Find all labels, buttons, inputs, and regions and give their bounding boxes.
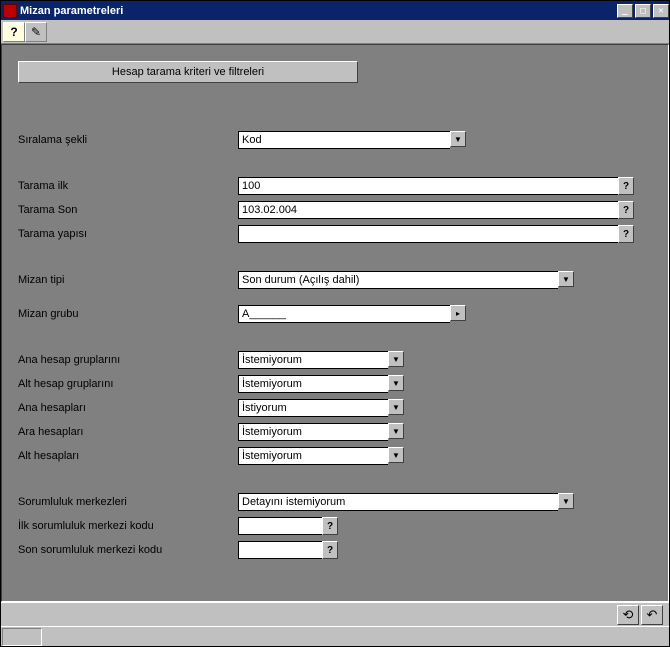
titlebar: Mizan parametreleri _ □ ✕ bbox=[1, 1, 669, 20]
tarama-ilk-field[interactable]: 100 ? bbox=[238, 177, 634, 195]
ara-hesaplari-combo[interactable]: İstemiyorum ▼ bbox=[238, 423, 404, 441]
toolbar: ? ✎ bbox=[1, 20, 669, 44]
label-tarama-yapisi: Tarama yapısı bbox=[18, 228, 238, 240]
ara-hesaplari-value[interactable]: İstemiyorum bbox=[238, 423, 388, 441]
undo-button[interactable]: ↶ bbox=[641, 605, 663, 625]
label-tarama-ilk: Tarama ilk bbox=[18, 180, 238, 192]
label-sorumluluk-merkezleri: Sorumluluk merkezleri bbox=[18, 496, 238, 508]
label-tarama-son: Tarama Son bbox=[18, 204, 238, 216]
tarama-son-value[interactable]: 103.02.004 bbox=[238, 201, 618, 219]
hesap-tarama-button[interactable]: Hesap tarama kriteri ve filtreleri bbox=[18, 61, 358, 83]
alt-hesaplari-combo[interactable]: İstemiyorum ▼ bbox=[238, 447, 404, 465]
ana-hesap-gruplarini-combo[interactable]: İstemiyorum ▼ bbox=[238, 351, 404, 369]
son-sorumluluk-field[interactable]: ? bbox=[238, 541, 338, 559]
label-ilk-sorumluluk: İlk sorumluluk merkezi kodu bbox=[18, 520, 238, 532]
status-bar bbox=[1, 626, 669, 646]
sorumluluk-merkezleri-combo[interactable]: Detayını istemiyorum ▼ bbox=[238, 493, 574, 511]
label-mizan-tipi: Mizan tipi bbox=[18, 274, 238, 286]
chevron-down-icon[interactable]: ▼ bbox=[558, 271, 574, 287]
alt-hesaplari-value[interactable]: İstemiyorum bbox=[238, 447, 388, 465]
mizan-grubu-field[interactable]: A______ ▸ bbox=[238, 305, 466, 323]
window: Mizan parametreleri _ □ ✕ ? ✎ Hesap tara… bbox=[0, 0, 670, 647]
maximize-button[interactable]: □ bbox=[635, 4, 651, 18]
form: Sıralama şekli Kod ▼ Tarama ilk 100 ? bbox=[8, 128, 662, 562]
window-controls: _ □ ✕ bbox=[615, 4, 669, 18]
ilk-sorumluluk-value[interactable] bbox=[238, 517, 322, 535]
chevron-down-icon[interactable]: ▼ bbox=[388, 447, 404, 463]
bottom-toolbar: ⟲ ↶ bbox=[1, 602, 669, 626]
mizan-tipi-value[interactable]: Son durum (Açılış dahil) bbox=[238, 271, 558, 289]
app-icon bbox=[3, 4, 17, 18]
chevron-down-icon[interactable]: ▼ bbox=[558, 493, 574, 509]
chevron-down-icon[interactable]: ▼ bbox=[388, 399, 404, 415]
help-icon[interactable]: ? bbox=[618, 177, 634, 195]
help-icon[interactable]: ? bbox=[3, 22, 25, 42]
ilk-sorumluluk-field[interactable]: ? bbox=[238, 517, 338, 535]
tarama-ilk-value[interactable]: 100 bbox=[238, 177, 618, 195]
status-cell bbox=[2, 628, 42, 646]
chevron-down-icon[interactable]: ▼ bbox=[388, 375, 404, 391]
tarama-yapisi-value[interactable] bbox=[238, 225, 618, 243]
content-area: Hesap tarama kriteri ve filtreleri Sıral… bbox=[1, 44, 669, 602]
label-son-sorumluluk: Son sorumluluk merkezi kodu bbox=[18, 544, 238, 556]
siralama-sekli-value[interactable]: Kod bbox=[238, 131, 450, 149]
sorumluluk-merkezleri-value[interactable]: Detayını istemiyorum bbox=[238, 493, 558, 511]
son-sorumluluk-value[interactable] bbox=[238, 541, 322, 559]
content-inner: Hesap tarama kriteri ve filtreleri Sıral… bbox=[8, 51, 662, 595]
ana-hesaplari-combo[interactable]: İstiyorum ▼ bbox=[238, 399, 404, 417]
mizan-tipi-combo[interactable]: Son durum (Açılış dahil) ▼ bbox=[238, 271, 574, 289]
help-icon[interactable]: ? bbox=[322, 541, 338, 559]
alt-hesap-gruplarini-combo[interactable]: İstemiyorum ▼ bbox=[238, 375, 404, 393]
tarama-yapisi-field[interactable]: ? bbox=[238, 225, 634, 243]
chevron-right-icon[interactable]: ▸ bbox=[450, 305, 466, 321]
label-ana-hesaplari: Ana hesapları bbox=[18, 402, 238, 414]
tool-glyph: ✎ bbox=[31, 25, 41, 39]
chevron-down-icon[interactable]: ▼ bbox=[450, 131, 466, 147]
ana-hesap-gruplarini-value[interactable]: İstemiyorum bbox=[238, 351, 388, 369]
label-alt-hesaplari: Alt hesapları bbox=[18, 450, 238, 462]
label-alt-hesap-gruplarini: Alt hesap gruplarını bbox=[18, 378, 238, 390]
label-ana-hesap-gruplarini: Ana hesap gruplarını bbox=[18, 354, 238, 366]
minimize-button[interactable]: _ bbox=[617, 4, 633, 18]
close-button[interactable]: ✕ bbox=[653, 4, 669, 18]
help-icon[interactable]: ? bbox=[322, 517, 338, 535]
siralama-sekli-combo[interactable]: Kod ▼ bbox=[238, 131, 466, 149]
chevron-down-icon[interactable]: ▼ bbox=[388, 351, 404, 367]
alt-hesap-gruplarini-value[interactable]: İstemiyorum bbox=[238, 375, 388, 393]
tool-icon[interactable]: ✎ bbox=[25, 22, 47, 42]
refresh-button[interactable]: ⟲ bbox=[617, 605, 639, 625]
chevron-down-icon[interactable]: ▼ bbox=[388, 423, 404, 439]
help-icon[interactable]: ? bbox=[618, 225, 634, 243]
mizan-grubu-value[interactable]: A______ bbox=[238, 305, 450, 323]
label-siralama-sekli: Sıralama şekli bbox=[18, 134, 238, 146]
help-icon[interactable]: ? bbox=[618, 201, 634, 219]
window-title: Mizan parametreleri bbox=[20, 5, 123, 17]
ana-hesaplari-value[interactable]: İstiyorum bbox=[238, 399, 388, 417]
label-ara-hesaplari: Ara hesapları bbox=[18, 426, 238, 438]
tarama-son-field[interactable]: 103.02.004 ? bbox=[238, 201, 634, 219]
label-mizan-grubu: Mizan grubu bbox=[18, 308, 238, 320]
